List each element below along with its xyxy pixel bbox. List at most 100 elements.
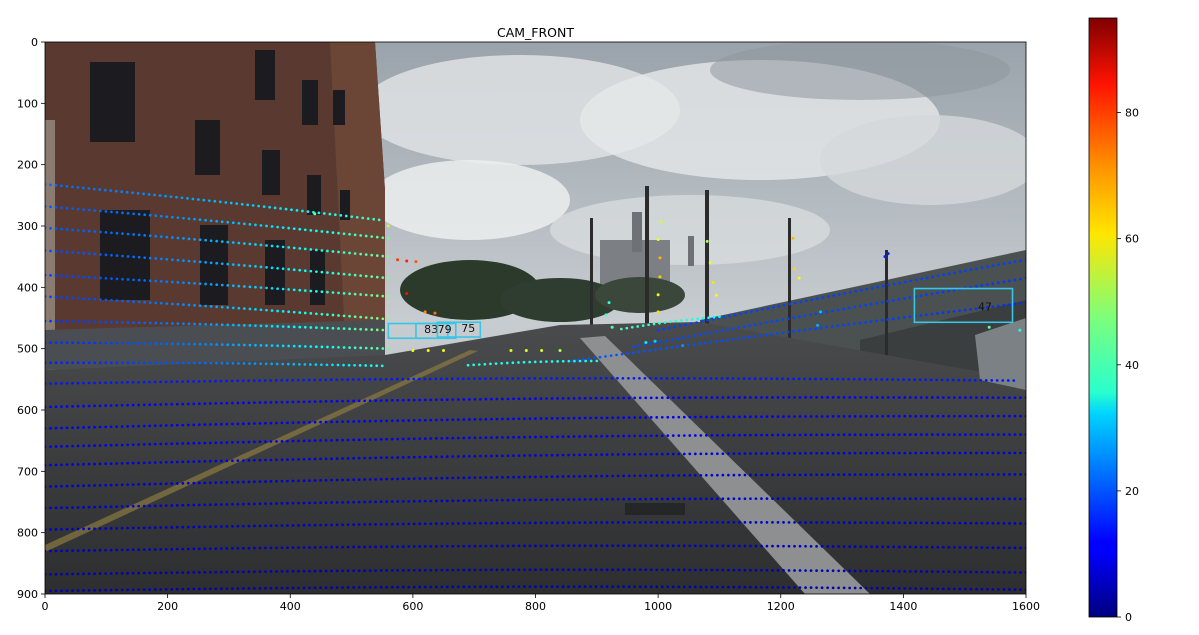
lidar-point [368,378,372,381]
lidar-point [320,326,324,330]
lidar-point [374,545,378,549]
lidar-point [159,588,163,591]
lidar-point [605,544,609,548]
lidar-point [60,341,63,345]
lidar-point [930,451,934,455]
lidar-point [257,204,260,208]
lidar-point [364,328,368,331]
lidar-point [302,421,306,424]
lidar-point [716,585,719,589]
lidar-point [709,340,712,344]
y-tick-label: 600 [17,404,38,417]
lidar-point [656,293,660,297]
lidar-point [258,440,262,444]
lidar-point [297,569,300,573]
lidar-point [722,315,726,319]
lidar-point [342,251,346,254]
lidar-point [892,473,896,476]
lidar-point [170,402,174,406]
lidar-point [528,435,532,439]
lidar-point [743,415,747,419]
lidar-point [390,522,394,526]
lidar-point [368,569,372,572]
lidar-point [980,473,984,476]
lidar-point [1008,571,1011,574]
lidar-point [115,588,118,592]
lidar-point [556,585,559,588]
lidar-point [60,184,63,188]
lidar-point [264,524,267,528]
lidar-point [804,473,807,477]
lidar-point [347,363,351,367]
lidar-point [429,545,433,548]
lidar-point [539,417,543,420]
lidar-point [831,545,835,548]
lidar-point [248,242,252,246]
lidar-point [65,381,69,385]
lidar-point [335,501,339,504]
lidar-point [142,443,146,446]
lidar-point [512,544,515,548]
lidar-point [671,415,675,419]
lidar-point [214,547,218,550]
lidar-point [275,546,278,550]
lidar-point [787,586,791,589]
lidar-point [164,442,168,446]
lidar-point [1012,379,1016,382]
lidar-point [353,363,356,367]
lidar-point [815,433,818,437]
lidar-point [787,521,791,524]
lidar-point [847,306,851,310]
lidar-point [517,521,521,525]
lidar-point [479,499,482,502]
lidar-point [264,546,267,550]
lidar-point [468,454,471,458]
lidar-point [353,233,357,237]
lidar-point [396,569,400,572]
lidar-point [423,568,427,572]
lidar-point [583,453,587,457]
lidar-point [259,265,263,269]
lidar-point [771,415,774,418]
lidar-point [181,587,185,591]
lidar-point [903,521,907,525]
lidar-point [947,570,951,574]
lidar-point [743,473,747,477]
lidar-point [604,313,608,317]
lidar-point [71,185,74,189]
lidar-point [1001,379,1005,382]
lidar-point [148,403,152,407]
lidar-point [326,290,329,294]
lidar-point [941,497,945,501]
lidar-point [276,344,279,348]
lidar-point [379,569,383,572]
lidar-point [793,415,796,418]
lidar-point [440,585,444,589]
lidar-point [908,451,912,455]
lidar-point [320,249,324,252]
lidar-point [550,453,554,457]
lidar-point [732,415,736,419]
lidar-point [627,396,631,400]
figure: CAM_FRONT 83 79 7547 0 200 400 600 800 1… [17,17,1139,624]
lidar-point [848,545,851,548]
lidar-point [131,443,135,447]
lidar-point [1002,546,1006,550]
lidar-point [302,501,306,505]
lidar-point [209,305,213,308]
lidar-point [930,433,934,436]
lidar-point [330,478,333,482]
lidar-point [820,396,824,399]
lidar-point [242,546,245,550]
lidar-point [742,325,746,328]
lidar-point [104,483,107,487]
lidar-point [143,279,147,282]
lidar-point [198,260,202,264]
lidar-point [407,499,411,503]
x-tick-label: 600 [402,600,423,613]
lidar-point [814,312,818,316]
lidar-point [517,585,521,589]
lidar-point [251,204,255,207]
lidar-point [385,585,389,589]
lidar-point [512,397,515,401]
